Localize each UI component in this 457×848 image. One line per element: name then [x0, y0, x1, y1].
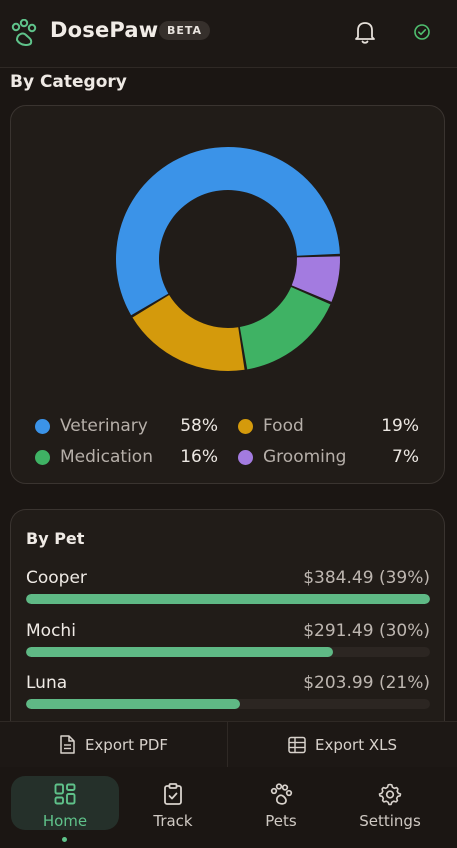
paw-logo-icon[interactable]: [10, 19, 40, 47]
export-xls-button[interactable]: Export XLS: [228, 722, 457, 767]
app-header: DosePaw BETA: [0, 0, 457, 68]
pet-bar-track: [26, 594, 430, 604]
legend-label: Veterinary: [60, 416, 148, 436]
clipboard-check-icon: [164, 783, 182, 805]
pet-row-luna[interactable]: Luna $203.99 (21%): [26, 673, 430, 718]
legend-dot: [238, 449, 253, 465]
legend-dot: [35, 418, 50, 434]
legend-row: Medication 16% Grooming 7%: [35, 445, 419, 469]
export-bar: Export PDF Export XLS: [0, 721, 457, 768]
active-indicator-dot: [62, 837, 67, 842]
legend-pct: 7%: [392, 447, 419, 467]
nav-home[interactable]: Home: [11, 776, 119, 830]
document-icon: [60, 735, 75, 754]
app-title: DosePaw: [50, 18, 159, 42]
pet-row-mochi[interactable]: Mochi $291.49 (30%): [26, 621, 430, 666]
category-section-title: By Category: [10, 72, 127, 92]
legend-pct: 16%: [180, 447, 218, 467]
legend-label: Medication: [60, 447, 153, 467]
category-card: Veterinary 58% Food 19% Medication 16% G…: [10, 105, 445, 484]
export-pdf-button[interactable]: Export PDF: [0, 722, 227, 767]
gear-icon: [378, 783, 402, 806]
pet-name: Cooper: [26, 568, 87, 588]
legend-pct: 58%: [180, 416, 218, 436]
pet-bar-fill: [26, 594, 430, 604]
paw-icon: [270, 783, 293, 805]
nav-track-label: Track: [153, 812, 193, 830]
legend-label: Food: [263, 416, 304, 436]
nav-home-label: Home: [42, 812, 88, 830]
legend-row: Veterinary 58% Food 19%: [35, 414, 419, 438]
legend-item-grooming: Grooming: [238, 445, 346, 469]
pet-amount: $384.49 (39%): [303, 568, 430, 588]
nav-pets[interactable]: Pets: [227, 776, 335, 830]
legend-item-medication: Medication: [35, 445, 153, 469]
pet-bar-fill: [26, 699, 241, 709]
nav-pets-label: Pets: [265, 812, 297, 830]
legend-label: Grooming: [263, 447, 347, 467]
nav-settings[interactable]: Settings: [336, 776, 444, 830]
legend-pct: 19%: [381, 416, 419, 436]
grid-icon: [54, 783, 76, 805]
export-pdf-label: Export PDF: [84, 735, 169, 754]
pet-card: By Pet Cooper $384.49 (39%) Mochi $291.4…: [10, 509, 445, 750]
export-xls-label: Export XLS: [314, 735, 398, 754]
bell-icon[interactable]: [353, 19, 377, 45]
donut-slice-medication: [239, 286, 331, 370]
legend-item-food: Food: [238, 414, 304, 438]
pet-name: Luna: [26, 673, 68, 693]
pet-amount: $291.49 (30%): [303, 621, 430, 641]
pet-bar-track: [26, 699, 430, 709]
pet-row-cooper[interactable]: Cooper $384.49 (39%): [26, 568, 430, 613]
nav-settings-label: Settings: [359, 812, 421, 830]
bottom-nav: Home Track Pets Settings: [0, 767, 457, 848]
donut-slice-food: [132, 295, 245, 371]
pet-amount: $203.99 (21%): [303, 673, 430, 693]
pet-bar-track: [26, 647, 430, 657]
legend-dot: [35, 449, 50, 465]
pet-bar-fill: [26, 647, 334, 657]
pet-section-title: By Pet: [26, 529, 85, 548]
category-donut-chart: [116, 147, 340, 371]
beta-badge: BETA: [159, 21, 211, 40]
check-circle-icon[interactable]: [413, 23, 431, 41]
legend-item-veterinary: Veterinary: [35, 414, 148, 438]
pet-name: Mochi: [26, 621, 76, 641]
nav-track[interactable]: Track: [119, 776, 227, 830]
legend-dot: [238, 418, 253, 434]
table-icon: [288, 736, 306, 753]
